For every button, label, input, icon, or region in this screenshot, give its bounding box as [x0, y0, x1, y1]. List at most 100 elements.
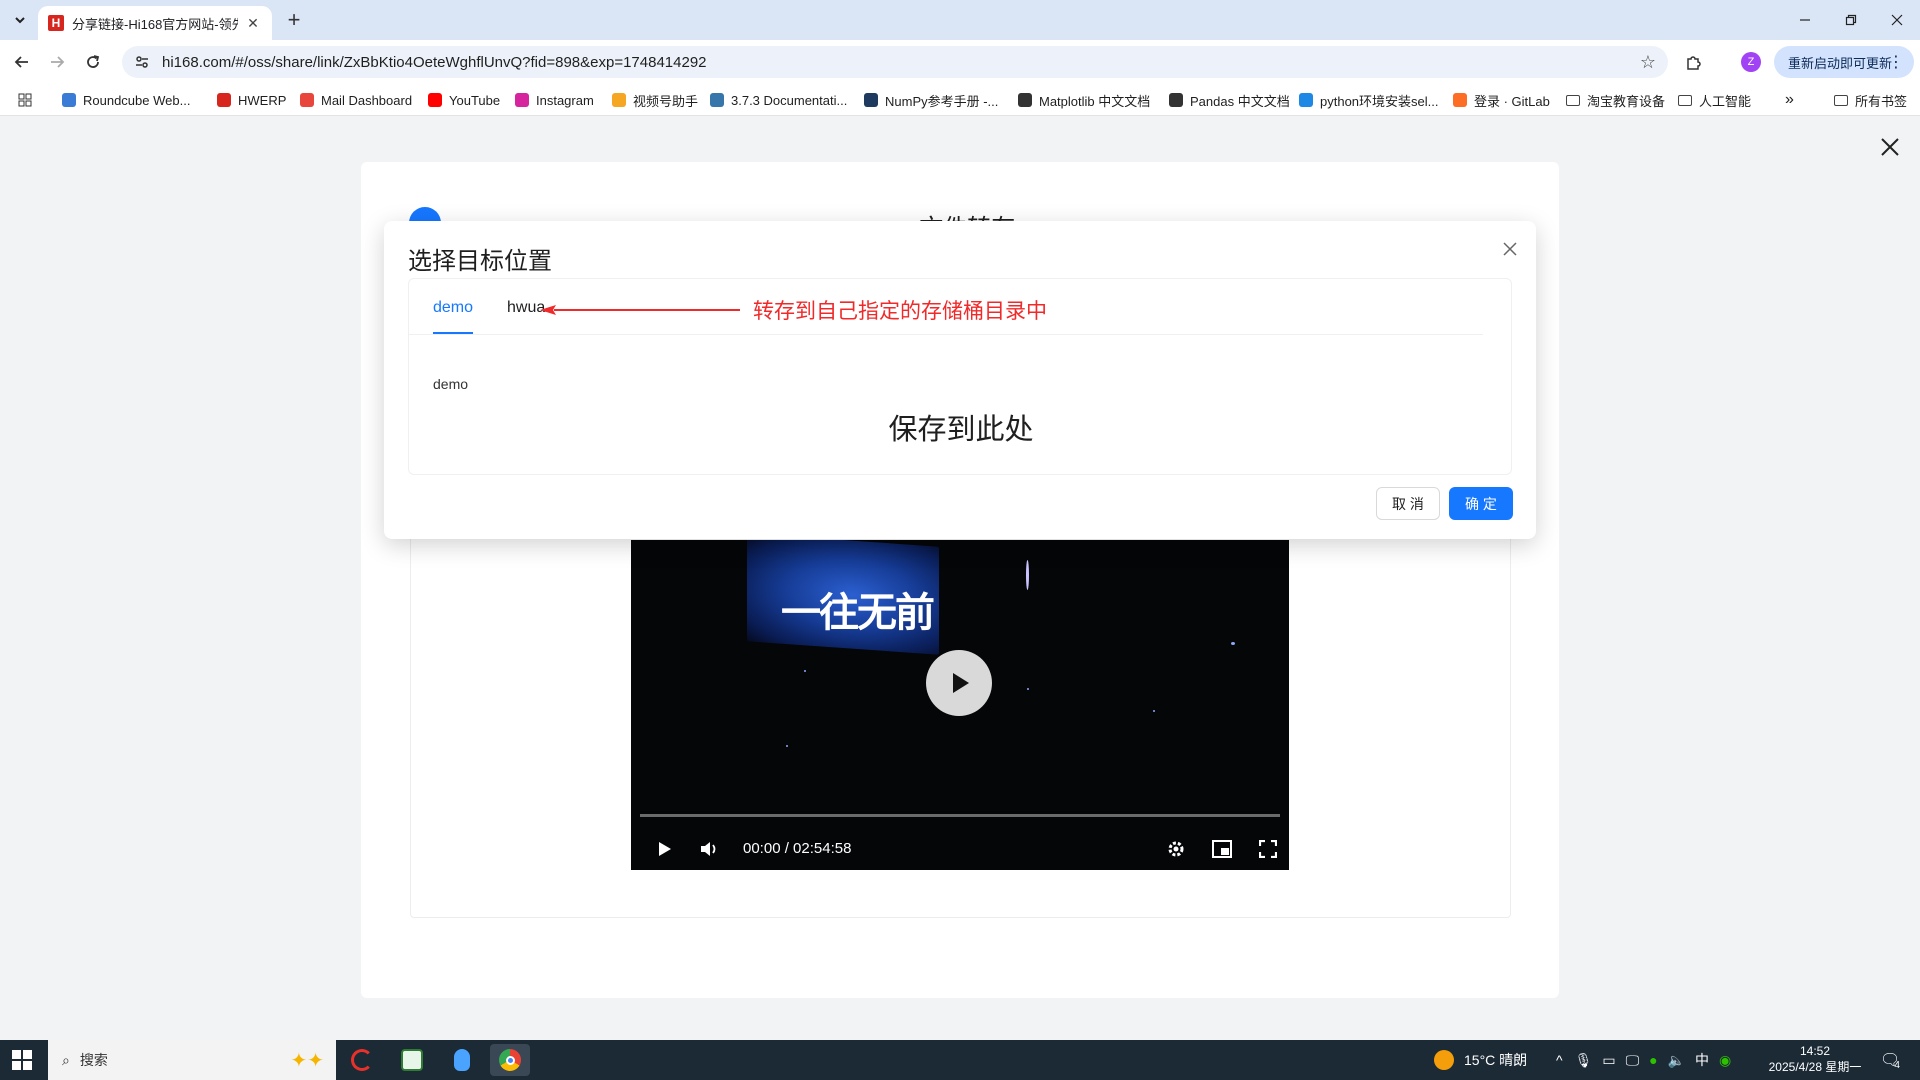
- search-icon: ⌕: [62, 1051, 70, 1068]
- apps-button[interactable]: [18, 90, 32, 110]
- browser-tab-active[interactable]: H 分享链接-Hi168官方网站-领先 ✕: [38, 6, 272, 40]
- battery-icon[interactable]: ▭: [1602, 1052, 1615, 1069]
- address-bar[interactable]: hi168.com/#/oss/share/link/ZxBbKtio4Oete…: [122, 46, 1668, 78]
- restore-icon: [1845, 14, 1857, 26]
- forward-button[interactable]: [43, 48, 71, 76]
- bookmarks-overflow-button[interactable]: »: [1785, 90, 1794, 110]
- settings-button[interactable]: [1163, 836, 1189, 862]
- relaunch-update-button[interactable]: 重新启动即可更新 ⋮: [1774, 46, 1914, 78]
- tab-bucket-demo[interactable]: demo: [433, 299, 473, 317]
- bookmark-item[interactable]: 3.7.3 Documentati...: [710, 90, 847, 110]
- stage-light: [1153, 710, 1155, 712]
- bookmark-favicon-icon: [300, 93, 314, 107]
- new-tab-button[interactable]: +: [282, 7, 306, 32]
- modal-title: 选择目标位置: [408, 248, 552, 275]
- notification-center-button[interactable]: 🗨 4: [1880, 1040, 1900, 1080]
- bookmark-favicon-icon: [864, 93, 878, 107]
- bookmark-item[interactable]: Matplotlib 中文文档: [1018, 90, 1150, 110]
- bookmark-item[interactable]: 登录 · GitLab: [1453, 90, 1550, 110]
- speaker-icon[interactable]: 🔈: [1668, 1052, 1685, 1069]
- stage-tower: [1026, 560, 1029, 590]
- video-overlay-text: 一往无前: [781, 590, 935, 636]
- bookmark-label: Pandas 中文文档: [1190, 93, 1290, 109]
- profile-avatar[interactable]: Z: [1741, 52, 1761, 72]
- bookmark-star-icon[interactable]: ☆: [1640, 52, 1656, 73]
- taskbar-clock[interactable]: 14:52 2025/4/28 星期一: [1750, 1043, 1880, 1075]
- video-player[interactable]: 一往无前 00:00 / 02:54:58: [631, 540, 1289, 870]
- bookmark-label: Roundcube Web...: [83, 92, 191, 108]
- taskbar-app-qq[interactable]: [442, 1044, 482, 1076]
- picture-in-picture-icon: [1212, 840, 1232, 858]
- restore-button[interactable]: [1828, 0, 1874, 40]
- hi168-favicon-icon: H: [48, 15, 64, 31]
- bookmark-item[interactable]: 人工智能: [1678, 90, 1751, 110]
- site-info-icon[interactable]: [128, 48, 156, 76]
- modal-close-button[interactable]: [1498, 237, 1522, 261]
- bookmark-item[interactable]: YouTube: [428, 90, 500, 110]
- browser-toolbar: hi168.com/#/oss/share/link/ZxBbKtio4Oete…: [0, 40, 1920, 84]
- bookmark-favicon-icon: [62, 93, 76, 107]
- ime-indicator[interactable]: 中: [1695, 1050, 1709, 1070]
- update-label: 重新启动即可更新: [1788, 55, 1893, 71]
- bookmark-label: 3.7.3 Documentati...: [731, 92, 848, 108]
- bookmark-item[interactable]: Mail Dashboard: [300, 90, 412, 110]
- bookmark-favicon-icon: [1453, 93, 1467, 107]
- picture-in-picture-button[interactable]: [1209, 836, 1235, 862]
- weather-widget[interactable]: 15°C 晴朗: [1434, 1040, 1527, 1080]
- bookmark-item[interactable]: Roundcube Web...: [62, 90, 190, 110]
- taskbar-app-chrome[interactable]: [490, 1044, 530, 1076]
- wechat-icon[interactable]: ●: [1649, 1052, 1657, 1068]
- play-button[interactable]: [651, 836, 677, 862]
- extensions-button[interactable]: [1682, 50, 1706, 74]
- close-icon: [1881, 138, 1899, 156]
- bookmark-item[interactable]: HWERP: [217, 90, 286, 110]
- taskbar-search[interactable]: ⌕ 搜索 ✦✦: [48, 1040, 336, 1080]
- bookmark-item[interactable]: 淘宝教育设备: [1566, 90, 1665, 110]
- bookmark-favicon-icon: [710, 93, 724, 107]
- folder-icon: [1678, 94, 1692, 106]
- bookmark-item[interactable]: Instagram: [515, 90, 594, 110]
- system-tray: ^ 🎙 ▭ 🖵 ● 🔈 中 ◉: [1556, 1040, 1731, 1080]
- clock-time: 14:52: [1799, 1044, 1831, 1058]
- chevron-up-icon[interactable]: ^: [1556, 1052, 1563, 1068]
- more-menu-icon[interactable]: ⋮: [1888, 52, 1904, 72]
- arrow-left-icon: [14, 56, 28, 68]
- minimize-button[interactable]: [1782, 0, 1828, 40]
- play-overlay-button[interactable]: [926, 650, 992, 716]
- bookmark-item[interactable]: python环境安装sel...: [1299, 90, 1439, 110]
- tab-close-icon[interactable]: ✕: [244, 14, 262, 32]
- close-window-button[interactable]: [1874, 0, 1920, 40]
- video-progress-bar[interactable]: [640, 814, 1280, 817]
- cancel-button[interactable]: 取 消: [1376, 487, 1440, 520]
- input-method-icon[interactable]: ◉: [1719, 1052, 1731, 1069]
- windows-taskbar: ⌕ 搜索 ✦✦ 15°C 晴朗 ^ 🎙 ▭ 🖵 ● 🔈 中 ◉ 14:52 20…: [0, 1040, 1920, 1080]
- back-button[interactable]: [8, 48, 36, 76]
- tabs-divider: [409, 334, 1483, 335]
- bookmark-label: 登录 · GitLab: [1474, 93, 1550, 109]
- stage-light: [786, 745, 788, 747]
- confirm-button[interactable]: 确 定: [1449, 487, 1513, 520]
- all-bookmarks-button[interactable]: 所有书签: [1834, 90, 1907, 110]
- windows-start-icon[interactable]: [12, 1050, 32, 1070]
- bookmark-label: HWERP: [238, 92, 287, 108]
- microphone-icon[interactable]: 🎙: [1575, 1052, 1593, 1069]
- bookmark-item[interactable]: Pandas 中文文档: [1169, 90, 1290, 110]
- chrome-icon: [499, 1049, 521, 1071]
- taskbar-app-red[interactable]: [342, 1044, 382, 1076]
- network-icon[interactable]: 🖵: [1626, 1052, 1640, 1069]
- double-chevron-right-icon: »: [1785, 91, 1794, 108]
- reload-button[interactable]: [79, 48, 107, 76]
- bookmark-item[interactable]: 视频号助手: [612, 90, 698, 110]
- tab-search-button[interactable]: [7, 7, 33, 33]
- annotation-text: 转存到自己指定的存储桶目录中: [753, 300, 1047, 323]
- bookmark-label: Instagram: [536, 92, 594, 108]
- volume-button[interactable]: [696, 836, 722, 862]
- taskbar-app-editor[interactable]: [392, 1044, 432, 1076]
- minimize-icon: [1800, 19, 1810, 21]
- fullscreen-button[interactable]: [1255, 836, 1281, 862]
- page-close-button[interactable]: [1877, 134, 1903, 160]
- volume-icon: [701, 842, 716, 856]
- bookmark-item[interactable]: NumPy参考手册 -...: [864, 90, 998, 110]
- bucket-tabs-panel: demo hwua 转存到自己指定的存储桶目录中 demo 保存到此处: [408, 278, 1512, 475]
- folder-icon: [1566, 94, 1580, 106]
